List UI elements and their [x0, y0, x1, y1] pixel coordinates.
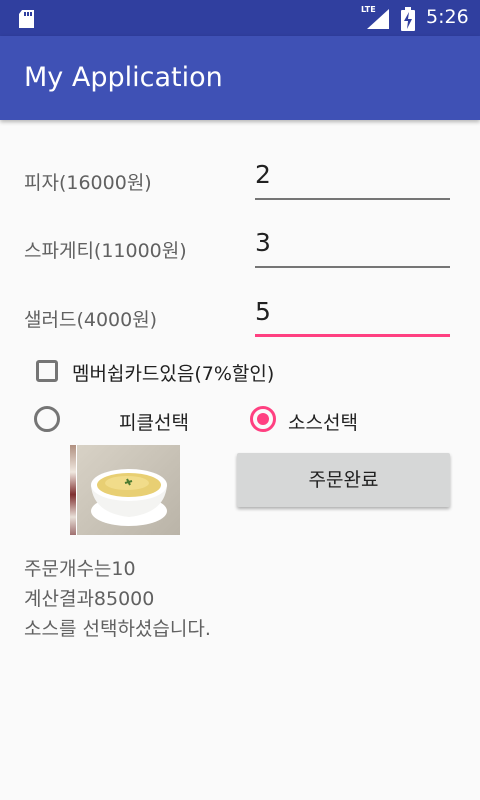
signal-icon [367, 9, 389, 29]
order-complete-button[interactable]: 주문완료 [237, 453, 450, 507]
membership-checkbox-label: 멤버쉽카드있음(7%할인) [72, 363, 275, 385]
input-underline [255, 198, 450, 200]
pickle-radio-label[interactable]: 피클선택 [119, 408, 189, 435]
spaghetti-label: 스파게티(11000원) [24, 240, 187, 262]
spaghetti-quantity-value: 3 [255, 228, 271, 257]
salad-quantity-value: 5 [255, 297, 271, 326]
radio-selected-dot [257, 413, 269, 425]
pizza-label: 피자(16000원) [24, 172, 152, 194]
app-title: My Application [24, 62, 223, 93]
pizza-quantity-input[interactable]: 2 [255, 160, 450, 200]
battery-charging-icon [401, 7, 415, 31]
membership-checkbox[interactable]: 멤버쉽카드있음(7%할인) [34, 356, 334, 390]
input-underline [255, 266, 450, 268]
sd-card-icon [19, 10, 34, 28]
selection-message-text: 소스를 선택하셨습니다. [24, 618, 211, 640]
pizza-quantity-value: 2 [255, 160, 271, 189]
total-price-text: 계산결과85000 [24, 588, 155, 610]
pickle-radio-button[interactable] [34, 406, 60, 432]
sauce-radio-label[interactable]: 소스선택 [288, 408, 358, 435]
order-count-text: 주문개수는10 [24, 558, 136, 580]
salad-label: 샐러드(4000원) [24, 309, 158, 331]
sauce-cup-image [70, 445, 180, 535]
status-bar: LTE 5:26 [0, 0, 480, 36]
checkbox-unchecked-icon[interactable] [36, 360, 58, 382]
spaghetti-quantity-input[interactable]: 3 [255, 228, 450, 268]
sauce-cup-graphic [91, 469, 167, 526]
app-bar: My Application [0, 36, 480, 120]
salad-quantity-input[interactable]: 5 [255, 297, 450, 337]
clock: 5:26 [426, 6, 469, 28]
sauce-radio-button[interactable] [250, 406, 276, 432]
input-underline-focused [255, 334, 450, 337]
image-edge-strip [70, 445, 76, 535]
